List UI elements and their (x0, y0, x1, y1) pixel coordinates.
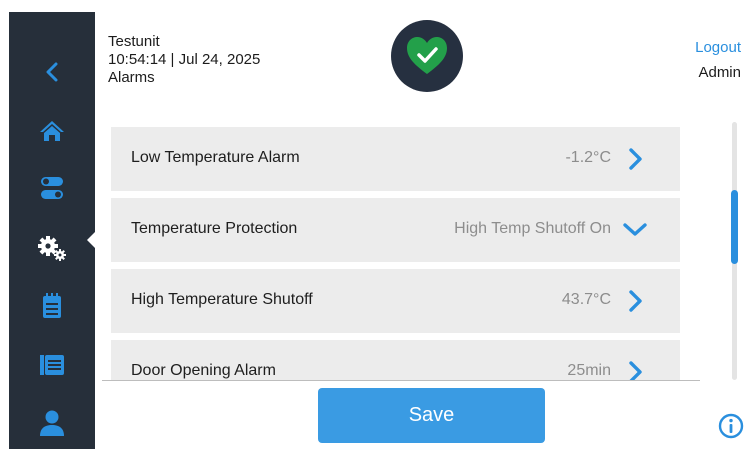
chevron-left-icon (46, 62, 58, 82)
sidebar-item-history[interactable] (9, 339, 95, 391)
row-label: Low Temperature Alarm (131, 149, 300, 166)
notepad-icon (43, 293, 61, 318)
logout-link[interactable]: Logout (695, 39, 741, 56)
alarm-list[interactable]: Low Temperature Alarm -1.2°C Temperature… (108, 121, 683, 380)
chevron-right-icon (629, 290, 642, 312)
alarm-row-low-temperature[interactable]: Low Temperature Alarm -1.2°C (111, 127, 680, 191)
row-value: 43.7°C (561, 291, 611, 308)
chevron-right-icon (629, 148, 642, 170)
alarm-row-door-opening[interactable]: Door Opening Alarm 25min (111, 340, 680, 380)
list-divider (102, 380, 700, 381)
active-nav-indicator (87, 228, 99, 252)
status-badge[interactable] (391, 20, 463, 92)
sidebar-item-user[interactable] (9, 397, 95, 449)
sidebar-item-log[interactable] (9, 280, 95, 332)
row-label: Door Opening Alarm (131, 362, 276, 379)
header-info: Testunit 10:54:14 | Jul 24, 2025 Alarms (108, 33, 260, 87)
alarm-row-high-temperature-shutoff[interactable]: High Temperature Shutoff 43.7°C (111, 269, 680, 333)
toggle-icon (41, 177, 63, 199)
frame-top (0, 0, 755, 12)
heart-check-icon (407, 37, 447, 74)
gears-icon (38, 236, 66, 261)
chevron-down-icon (623, 223, 647, 236)
sidebar-item-home[interactable] (9, 105, 95, 157)
sidebar-item-controls[interactable] (9, 162, 95, 214)
sidebar (9, 12, 95, 449)
page-title: Alarms (108, 69, 155, 86)
sidebar-item-settings[interactable] (9, 222, 95, 274)
current-user: Admin (698, 64, 741, 81)
list-icon (40, 355, 64, 375)
alarm-row-temperature-protection[interactable]: Temperature Protection High Temp Shutoff… (111, 198, 680, 262)
back-button[interactable] (9, 46, 95, 98)
row-value: 25min (567, 362, 611, 379)
chevron-right-icon (629, 361, 642, 380)
datetime: 10:54:14 | Jul 24, 2025 (108, 51, 261, 68)
info-icon[interactable] (718, 413, 744, 439)
row-label: High Temperature Shutoff (131, 291, 313, 308)
row-value: -1.2°C (565, 149, 611, 166)
user-icon (40, 410, 64, 436)
row-value: High Temp Shutoff On (454, 220, 611, 237)
frame-bottom (0, 449, 755, 457)
unit-name: Testunit (108, 33, 160, 50)
save-button[interactable]: Save (318, 388, 545, 443)
row-label: Temperature Protection (131, 220, 298, 237)
scrollbar-thumb[interactable] (731, 190, 738, 264)
home-icon (40, 121, 64, 141)
